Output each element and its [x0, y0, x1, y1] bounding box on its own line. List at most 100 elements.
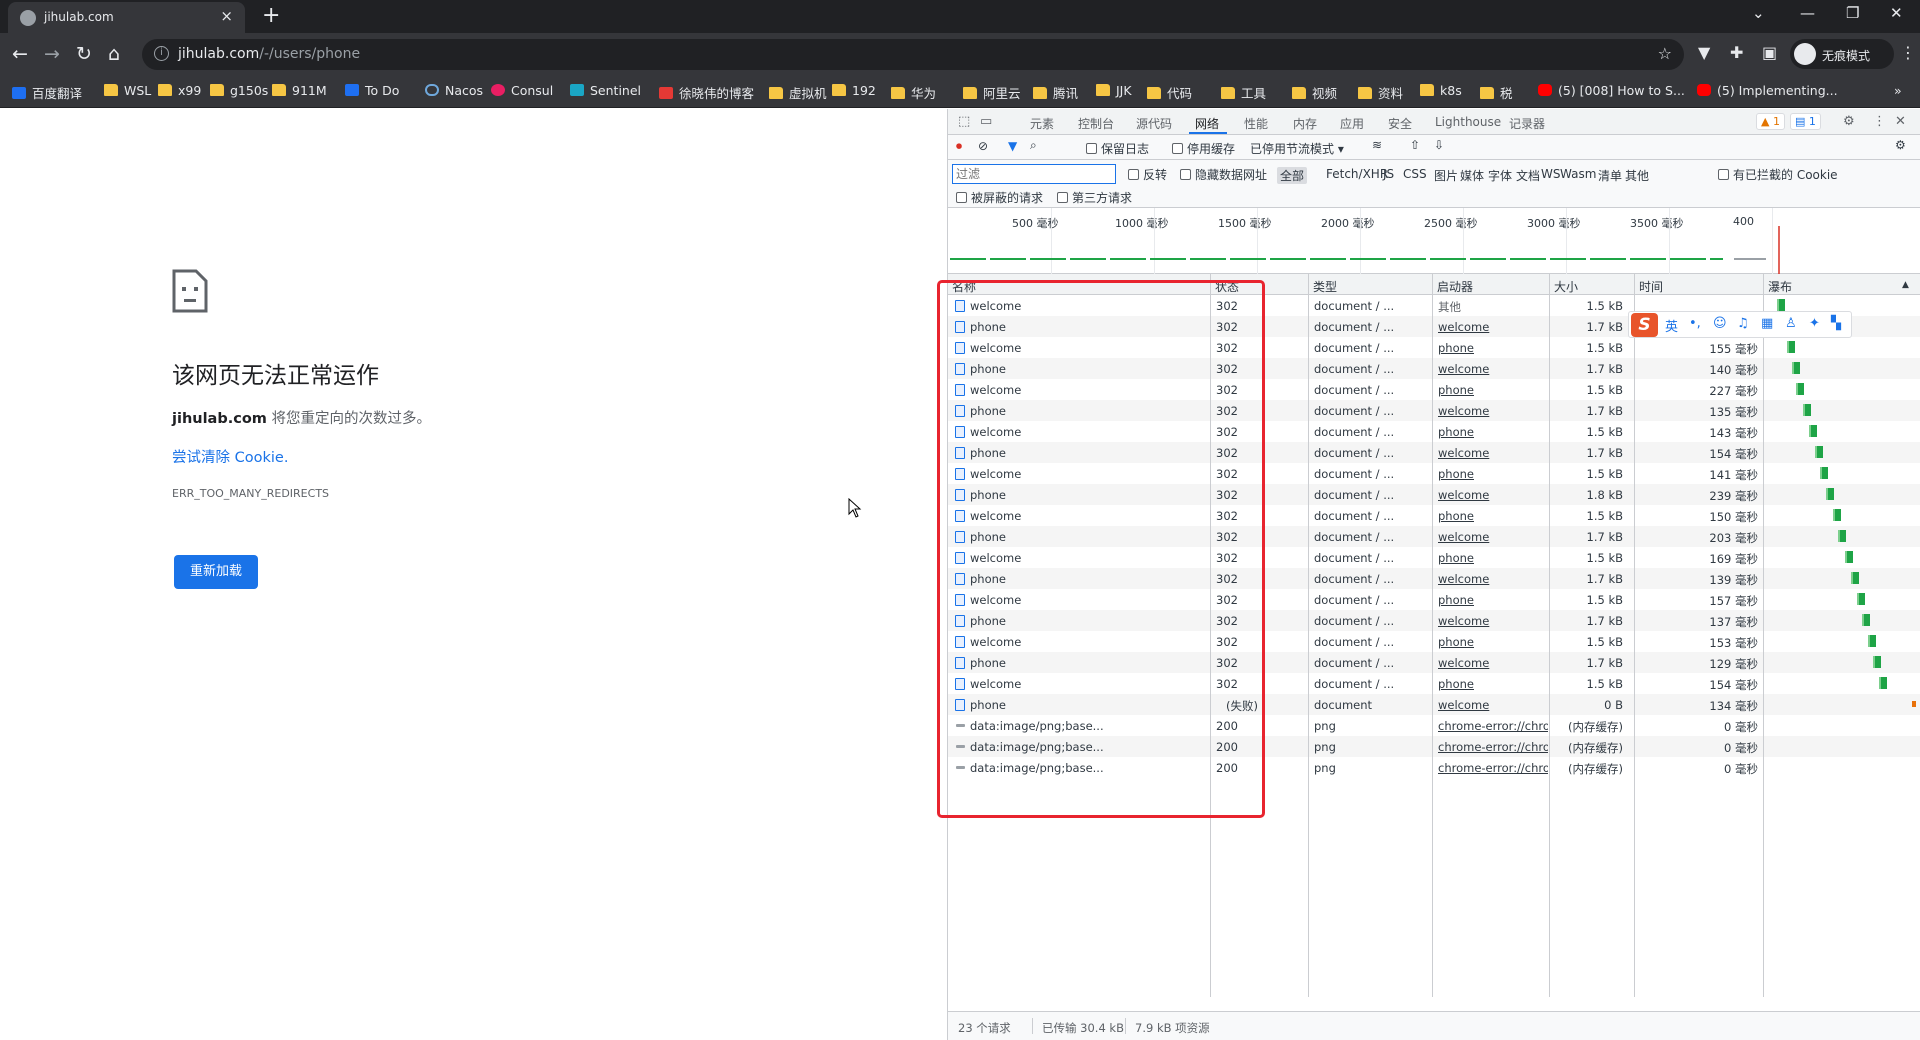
hide-data-urls-checkbox[interactable]: 隐藏数据网址	[1180, 166, 1267, 183]
bookmark-item[interactable]: 百度翻译	[12, 83, 82, 101]
inspect-element-icon[interactable]: ⬚	[958, 114, 970, 129]
column-initiator[interactable]: 启动器	[1437, 278, 1473, 295]
request-initiator[interactable]: welcome	[1438, 614, 1548, 628]
type-filter-button[interactable]: 清单	[1598, 167, 1622, 184]
address-bar[interactable]: i jihulab.com/-/users/phone ☆	[142, 39, 1684, 70]
devtools-tab[interactable]: 性能	[1244, 115, 1268, 132]
devtools-tab[interactable]: 网络	[1195, 115, 1219, 132]
type-filter-button[interactable]: JS	[1383, 167, 1394, 181]
request-initiator[interactable]: phone	[1438, 383, 1548, 397]
request-initiator[interactable]: welcome	[1438, 404, 1548, 418]
restore-icon[interactable]: ❐	[1846, 4, 1859, 22]
request-initiator[interactable]: welcome	[1438, 362, 1548, 376]
request-initiator[interactable]: phone	[1438, 551, 1548, 565]
request-initiator[interactable]: welcome	[1438, 572, 1548, 586]
export-har-icon[interactable]: ⇩	[1434, 138, 1444, 152]
search-icon[interactable]: ⌕	[1030, 138, 1037, 153]
more-bookmarks-icon[interactable]: »	[1894, 83, 1902, 101]
type-filter-button[interactable]: 图片	[1434, 167, 1458, 184]
devtools-tab[interactable]: Lighthouse	[1435, 115, 1501, 129]
browser-tab[interactable]: jihulab.com ×	[8, 2, 245, 33]
emoji-icon[interactable]: ☺	[1713, 316, 1727, 331]
bookmark-item[interactable]: g150s	[210, 83, 268, 101]
bookmark-item[interactable]: k8s	[1420, 83, 1462, 101]
preserve-log-checkbox[interactable]: 保留日志	[1086, 140, 1149, 157]
ime-lang-toggle[interactable]: 英	[1665, 316, 1678, 335]
side-panel-icon[interactable]: ▣	[1762, 43, 1777, 62]
blocked-cookies-checkbox[interactable]: 有已拦截的 Cookie	[1718, 166, 1838, 183]
reload-icon[interactable]: ↻	[76, 42, 92, 66]
filter-input[interactable]	[952, 164, 1116, 184]
request-initiator[interactable]: phone	[1438, 677, 1548, 691]
type-filter-button[interactable]: CSS	[1403, 167, 1427, 181]
type-filter-button[interactable]: 文档	[1516, 167, 1540, 184]
type-filter-button[interactable]: 字体	[1488, 167, 1512, 184]
bookmark-item[interactable]: 徐晓伟的博客	[659, 83, 754, 101]
devtools-tab[interactable]: 应用	[1340, 115, 1364, 132]
home-icon[interactable]: ⌂	[108, 42, 120, 66]
messages-badge[interactable]: ▤ 1	[1790, 113, 1821, 130]
device-toolbar-icon[interactable]: ▭	[980, 114, 992, 129]
request-initiator[interactable]: chrome-error://chromew...	[1438, 719, 1548, 733]
type-filter-button[interactable]: 全部	[1277, 167, 1308, 184]
throttling-select[interactable]: 已停用节流模式 ▾	[1250, 140, 1344, 157]
bookmark-item[interactable]: 192	[832, 83, 876, 101]
request-initiator[interactable]: welcome	[1438, 656, 1548, 670]
bookmark-item[interactable]: 911M	[272, 83, 327, 101]
bookmark-item[interactable]: 资料	[1358, 83, 1403, 101]
disable-cache-checkbox[interactable]: 停用缓存	[1172, 140, 1235, 157]
blocked-requests-checkbox[interactable]: 被屏蔽的请求	[956, 189, 1043, 206]
bookmark-item[interactable]: 阿里云	[963, 83, 1021, 101]
bookmark-item[interactable]: 华为	[891, 83, 936, 101]
network-overview[interactable]: 500 毫秒 1000 毫秒 1500 毫秒 2000 毫秒 2500 毫秒 3000 毫…	[948, 208, 1920, 274]
minimize-icon[interactable]: —	[1800, 4, 1815, 22]
devtools-tab[interactable]: 源代码	[1136, 115, 1172, 132]
devtools-more-icon[interactable]: ⋮	[1873, 114, 1886, 129]
bookmark-item[interactable]: 虚拟机	[769, 83, 827, 101]
bookmark-item[interactable]: 税	[1480, 83, 1513, 101]
request-initiator[interactable]: chrome-error://chromew...	[1438, 761, 1548, 775]
tab-search-icon[interactable]: ⌄	[1752, 4, 1765, 22]
request-initiator[interactable]: welcome	[1438, 530, 1548, 544]
close-tab-icon[interactable]: ×	[220, 7, 233, 25]
devtools-tab[interactable]: 控制台	[1078, 115, 1114, 132]
devtools-tab[interactable]: 元素	[1030, 115, 1054, 132]
network-settings-icon[interactable]: ⚙	[1895, 138, 1906, 152]
request-initiator[interactable]: welcome	[1438, 320, 1548, 334]
bookmark-item[interactable]: Nacos	[425, 83, 483, 101]
column-type[interactable]: 类型	[1313, 278, 1337, 295]
request-initiator[interactable]: phone	[1438, 341, 1548, 355]
type-filter-button[interactable]: 媒体	[1460, 167, 1484, 184]
column-time[interactable]: 时间	[1639, 278, 1663, 295]
devtools-tab[interactable]: 安全	[1388, 115, 1412, 132]
more-menu-icon[interactable]: ⋮	[1900, 43, 1916, 62]
bookmark-item[interactable]: To Do	[345, 83, 399, 101]
sort-ascending-icon[interactable]: ▲	[1902, 280, 1909, 290]
request-initiator[interactable]: 其他	[1438, 299, 1548, 315]
back-icon[interactable]: ←	[12, 42, 28, 66]
clear-icon[interactable]: ⊘	[978, 139, 988, 153]
bookmark-item[interactable]: 代码	[1147, 83, 1192, 101]
devtools-close-icon[interactable]: ✕	[1895, 114, 1906, 129]
request-initiator[interactable]: phone	[1438, 467, 1548, 481]
request-initiator[interactable]: welcome	[1438, 446, 1548, 460]
record-stop-icon[interactable]: ⏺	[956, 139, 962, 154]
filter-funnel-icon[interactable]: ▼	[1008, 139, 1017, 153]
network-conditions-icon[interactable]: ≋	[1372, 138, 1382, 152]
devtools-tab[interactable]: 记录器	[1509, 115, 1545, 132]
bookmark-item[interactable]: (5) [008] How to S...	[1538, 83, 1685, 101]
bookmark-item[interactable]: WSL	[104, 83, 151, 101]
request-initiator[interactable]: chrome-error://chromew...	[1438, 740, 1548, 754]
invert-checkbox[interactable]: 反转	[1128, 166, 1167, 183]
settings-gear-icon[interactable]: ⚙	[1843, 114, 1855, 129]
bookmark-item[interactable]: 腾讯	[1033, 83, 1078, 101]
type-filter-button[interactable]: Wasm	[1560, 167, 1596, 181]
bookmark-star-icon[interactable]: ☆	[1658, 44, 1672, 63]
url-text[interactable]: jihulab.com/-/users/phone	[178, 46, 360, 62]
type-filter-button[interactable]: WS	[1541, 167, 1560, 181]
column-waterfall[interactable]: 瀑布	[1768, 278, 1792, 295]
bookmark-item[interactable]: Consul	[491, 83, 553, 101]
request-initiator[interactable]: phone	[1438, 509, 1548, 523]
request-initiator[interactable]: phone	[1438, 425, 1548, 439]
site-info-icon[interactable]: i	[154, 46, 169, 61]
